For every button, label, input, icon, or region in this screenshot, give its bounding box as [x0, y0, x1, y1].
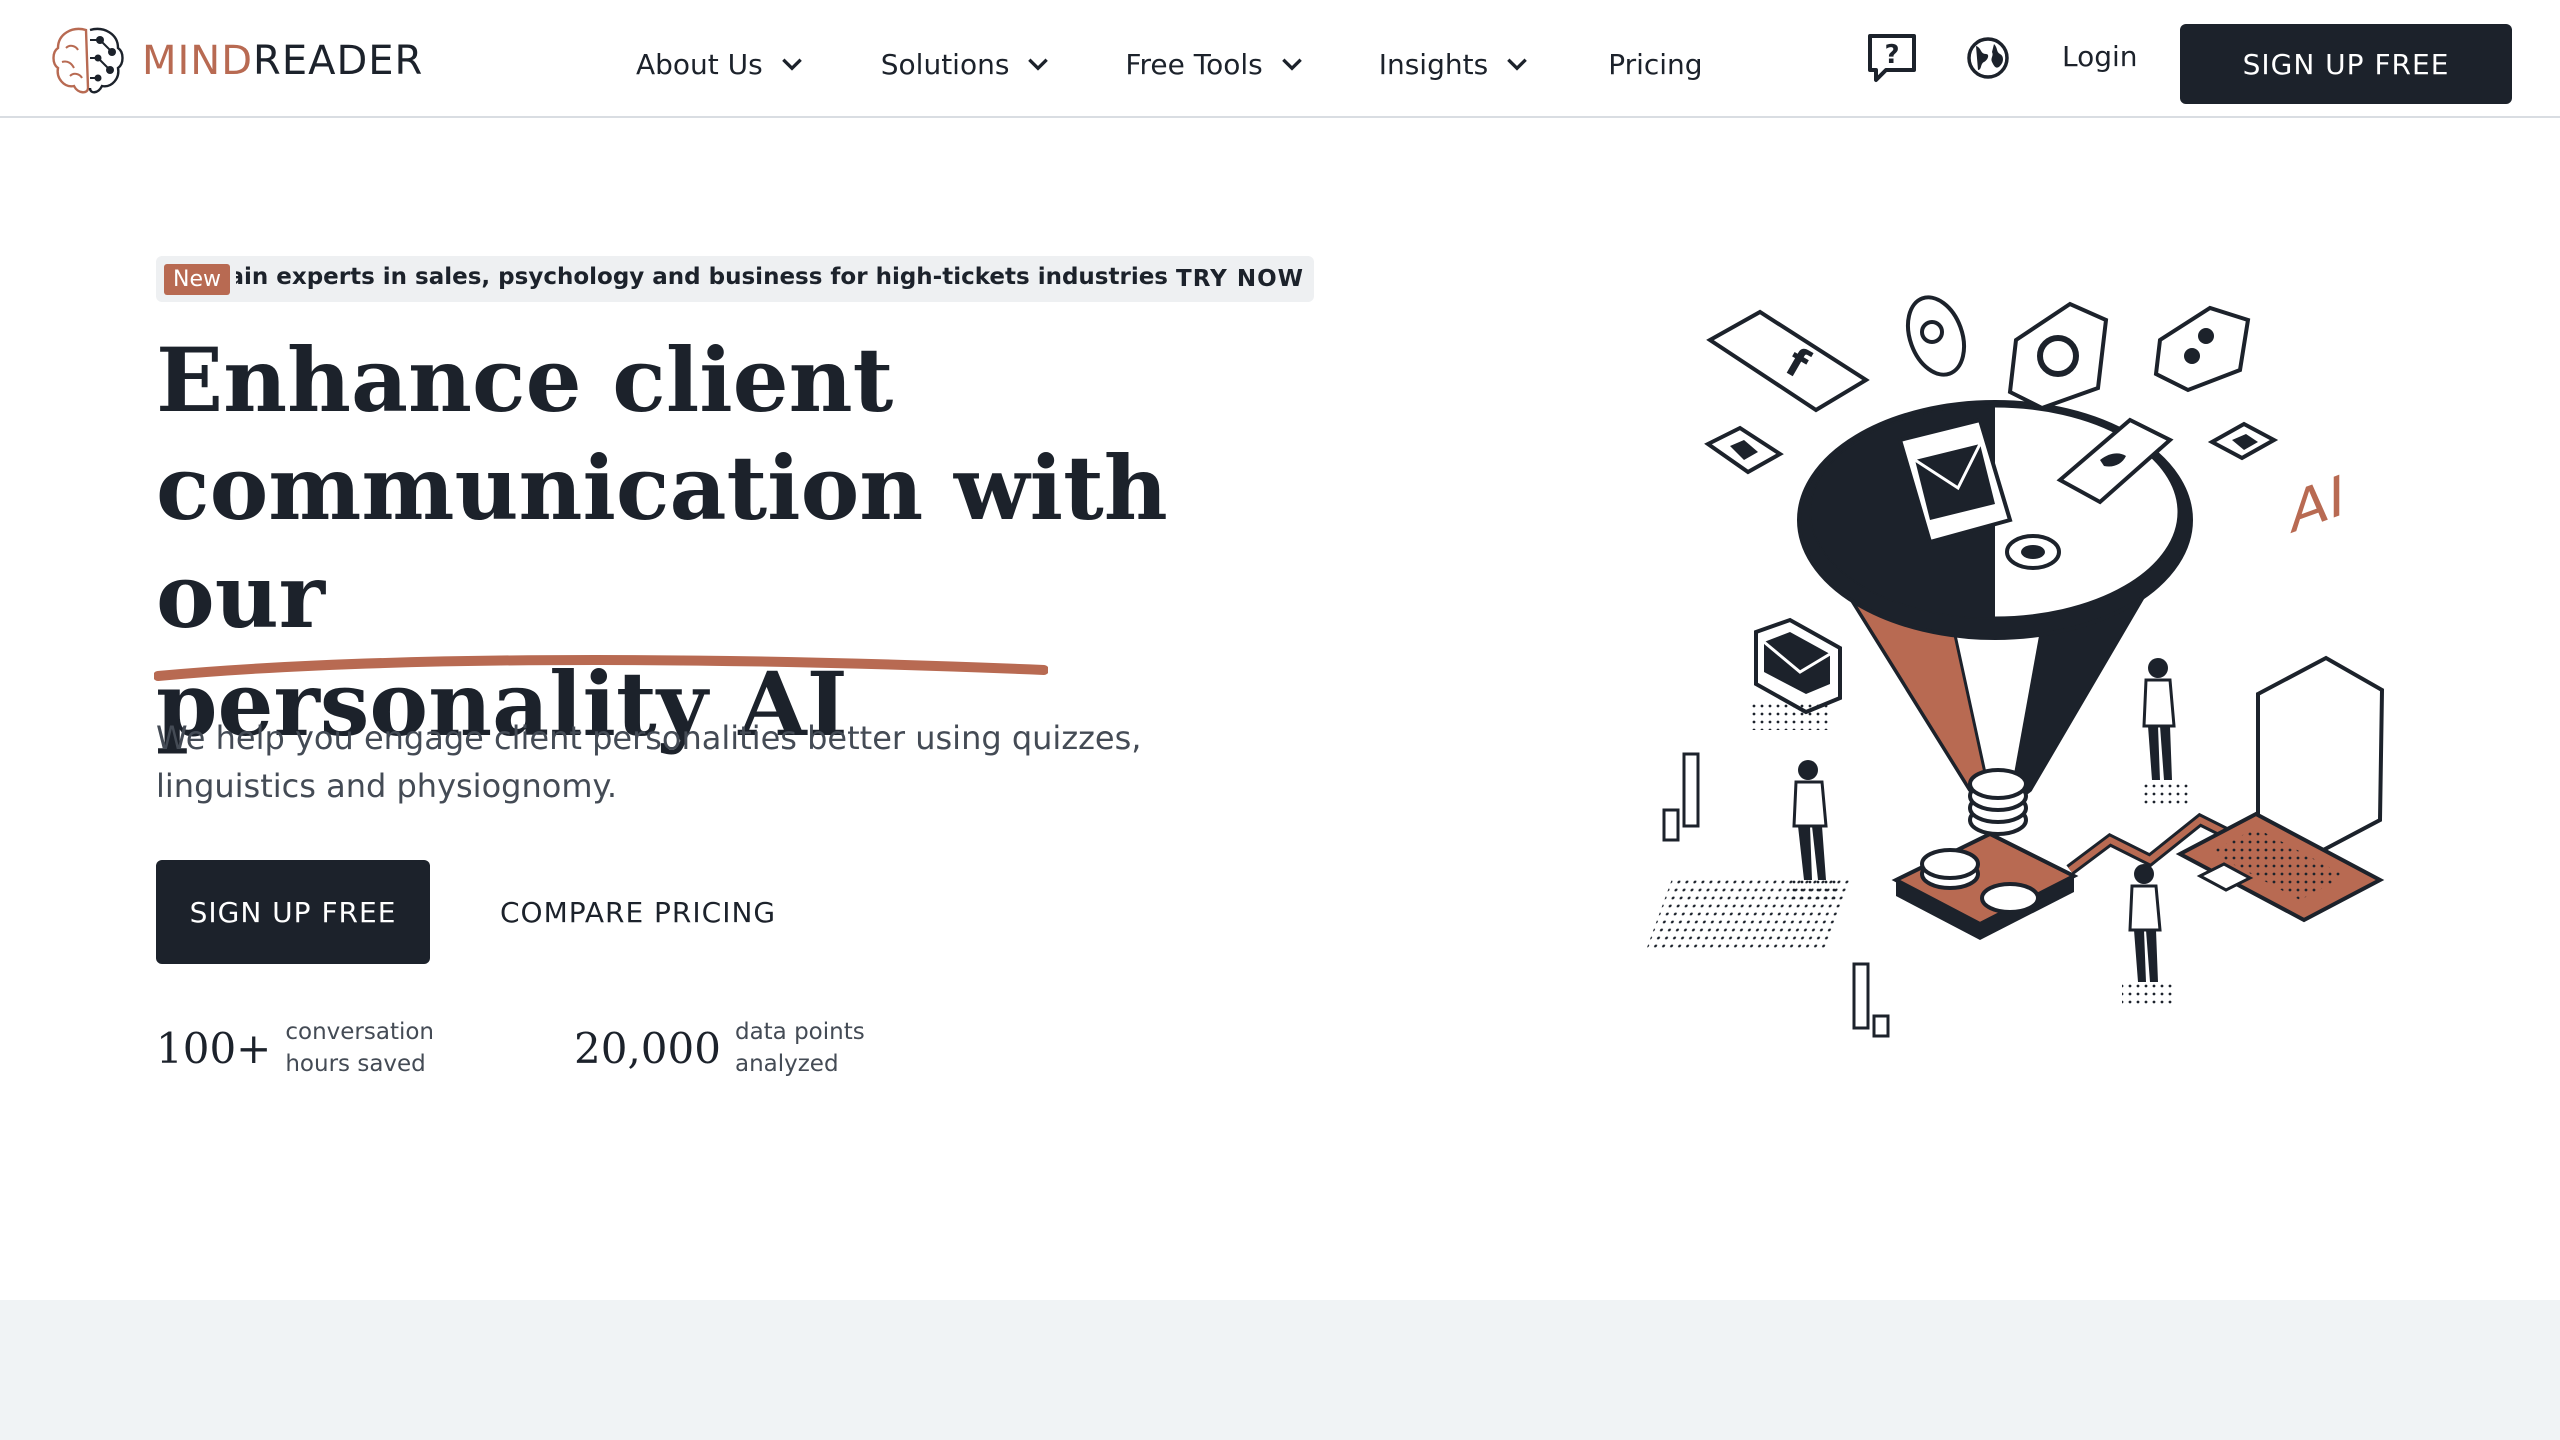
nav-insights[interactable]: Insights [1379, 48, 1530, 81]
help-icon[interactable]: ? [1866, 32, 1918, 84]
hero-title: Enhance client communication with our pe… [156, 326, 1356, 758]
main-nav: About Us Solutions Free Tools Insights P… [636, 40, 1703, 88]
next-section-band [0, 1300, 2560, 1440]
hero-sign-up-button[interactable]: SIGN UP FREE [156, 860, 430, 964]
coin-stack-icon [1968, 768, 2028, 836]
hero-title-line2: communication with our [156, 436, 1168, 648]
svg-text:?: ? [1884, 40, 1899, 70]
coin-platform [1646, 768, 2079, 950]
person-figure [1790, 760, 1840, 904]
nav-about-us-label: About Us [636, 47, 763, 81]
site-header: MINDREADER About Us Solutions Free Tools… [0, 0, 2560, 118]
new-badge: New [164, 263, 230, 295]
announcement-text: ned from domain experts in sales, psycho… [236, 264, 1169, 290]
person-figure [2122, 864, 2172, 1006]
globe-icon[interactable] [1966, 36, 2010, 80]
try-now-link[interactable]: TRY NOW [1176, 266, 1304, 292]
hero-title-line1: Enhance client [156, 328, 894, 432]
chevron-down-icon [1281, 58, 1302, 71]
chat-bubble-icon [1905, 295, 1967, 377]
compare-pricing-button[interactable]: COMPARE PRICING [500, 880, 776, 944]
stat-value: 20,000 [574, 1023, 721, 1073]
laptop-ai-label: AI [2290, 461, 2345, 547]
announcement-ticker: ned from domain experts in sales, psycho… [236, 256, 1170, 302]
envelope-box-icon [1750, 617, 1842, 730]
stat-data-points: 20,000 data points analyzed [574, 1016, 905, 1080]
instagram-icon [2007, 301, 2109, 411]
laptop-icon: AI [2175, 461, 2385, 923]
stat-label: conversation hours saved [285, 1019, 435, 1077]
tile-icon [1704, 425, 1784, 475]
title-underline-decoration [154, 654, 1048, 681]
nav-free-tools-label: Free Tools [1125, 47, 1263, 81]
hero-subtitle: We help you engage client personalities … [156, 719, 1142, 805]
stat-label: data points analyzed [734, 1019, 865, 1077]
link-icon [2153, 305, 2251, 393]
login-link[interactable]: Login [2062, 40, 2138, 73]
facebook-icon: f [1706, 309, 1870, 413]
nav-free-tools[interactable]: Free Tools [1125, 48, 1304, 81]
nav-insights-label: Insights [1378, 47, 1489, 81]
nav-about-us[interactable]: About Us [636, 48, 805, 81]
nav-pricing-label: Pricing [1608, 47, 1703, 81]
header-sign-up-button[interactable]: SIGN UP FREE [2180, 24, 2512, 104]
brand-logo[interactable]: MINDREADER [48, 22, 423, 100]
announcement-bar: New ned from domain experts in sales, ps… [156, 256, 1314, 302]
tile-icon [2207, 421, 2279, 461]
person-figure [2140, 658, 2190, 804]
brain-logo-icon [52, 27, 124, 94]
hero-funnel-illustration: f AI [1646, 295, 2385, 1038]
brand-name-part1: MIND [142, 38, 254, 84]
chevron-down-icon [781, 58, 802, 71]
brand-wordmark: MINDREADER [142, 38, 423, 84]
nav-pricing[interactable]: Pricing [1608, 48, 1702, 81]
chevron-down-icon [1028, 58, 1049, 71]
stat-value: 100+ [156, 1023, 272, 1073]
nav-solutions-label: Solutions [880, 47, 1010, 81]
chevron-down-icon [1507, 58, 1528, 71]
brand-name-part2: READER [253, 38, 424, 84]
nav-solutions[interactable]: Solutions [881, 48, 1052, 81]
stat-conversation-hours: 100+ conversation hours saved [156, 1016, 455, 1080]
